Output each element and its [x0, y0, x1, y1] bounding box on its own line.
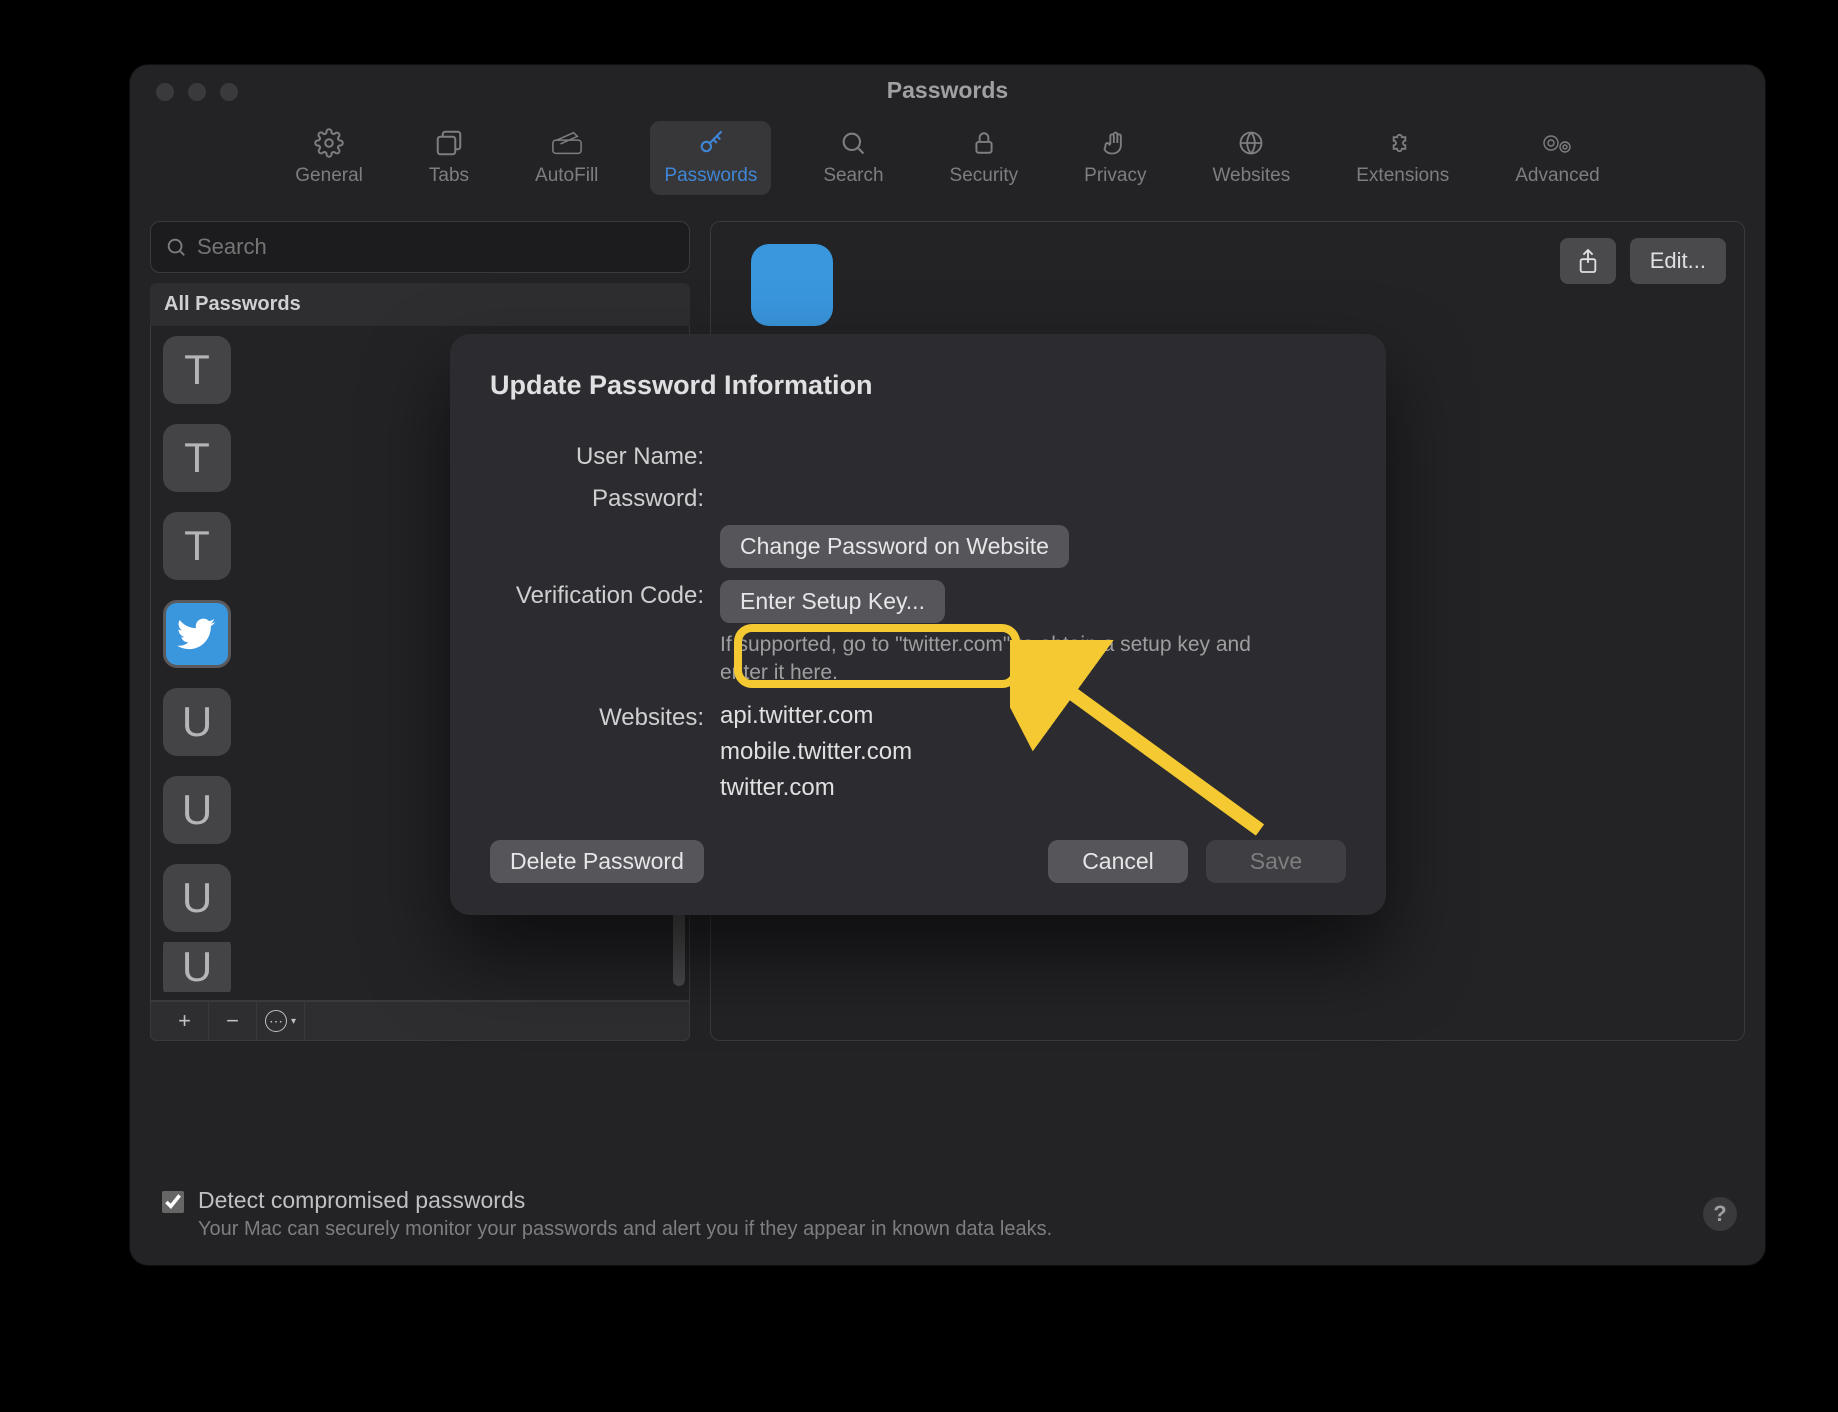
update-password-sheet: Update Password Information User Name: P…	[450, 334, 1386, 915]
username-label: User Name:	[490, 441, 720, 471]
site-avatar: U	[163, 942, 231, 992]
websites-label: Websites:	[490, 702, 720, 802]
toolbar: General Tabs AutoFill Passwords Search	[130, 115, 1765, 211]
website-item: api.twitter.com	[720, 702, 873, 730]
toolbar-websites[interactable]: Websites	[1198, 121, 1304, 195]
toolbar-label: Privacy	[1084, 165, 1146, 187]
globe-icon	[1235, 127, 1267, 159]
detect-compromised-checkbox[interactable]	[162, 1191, 184, 1213]
search-icon	[165, 236, 187, 258]
gears-icon	[1541, 127, 1573, 159]
save-button[interactable]: Save	[1206, 840, 1346, 883]
toolbar-label: Advanced	[1515, 165, 1600, 187]
hand-icon	[1099, 127, 1131, 159]
window-title: Passwords	[887, 77, 1008, 104]
site-avatar: T	[163, 336, 231, 404]
toolbar-label: General	[295, 165, 363, 187]
toolbar-security[interactable]: Security	[936, 121, 1033, 195]
twitter-avatar	[163, 600, 231, 668]
password-label: Password:	[490, 483, 720, 513]
close-window-button[interactable]	[156, 83, 174, 101]
puzzle-icon	[1387, 127, 1419, 159]
site-avatar: U	[163, 776, 231, 844]
sheet-footer: Delete Password Cancel Save	[490, 840, 1346, 883]
key-icon	[695, 127, 727, 159]
toolbar-tabs[interactable]: Tabs	[415, 121, 483, 195]
search-field[interactable]	[150, 221, 690, 273]
sidebar-footer: + − ⋯ ▾	[150, 1001, 690, 1041]
website-item: twitter.com	[720, 774, 835, 802]
password-field[interactable]	[720, 483, 1346, 513]
lock-icon	[968, 127, 1000, 159]
search-input[interactable]	[197, 234, 675, 260]
edit-button[interactable]: Edit...	[1630, 238, 1726, 284]
websites-list: api.twitter.com mobile.twitter.com twitt…	[720, 702, 1346, 802]
gear-icon	[313, 127, 345, 159]
toolbar-privacy[interactable]: Privacy	[1070, 121, 1160, 195]
cancel-button[interactable]: Cancel	[1048, 840, 1188, 883]
detail-site-avatar	[751, 244, 833, 326]
toolbar-general[interactable]: General	[281, 121, 377, 195]
help-button[interactable]: ?	[1703, 1197, 1737, 1231]
zoom-window-button[interactable]	[220, 83, 238, 101]
verification-help-text: If supported, go to "twitter.com" to obt…	[720, 631, 1280, 688]
toolbar-label: Search	[823, 165, 883, 187]
detect-compromised-subtitle: Your Mac can securely monitor your passw…	[198, 1218, 1052, 1241]
site-avatar: T	[163, 424, 231, 492]
toolbar-label: Extensions	[1356, 165, 1449, 187]
window-controls	[156, 83, 238, 101]
remove-button[interactable]: −	[209, 1002, 257, 1040]
detect-compromised-label: Detect compromised passwords	[198, 1187, 1052, 1214]
pencil-icon	[551, 127, 583, 159]
site-avatar: U	[163, 864, 231, 932]
sheet-title: Update Password Information	[490, 370, 1346, 401]
toolbar-extensions[interactable]: Extensions	[1342, 121, 1463, 195]
more-button[interactable]: ⋯ ▾	[257, 1002, 305, 1040]
site-avatar: U	[163, 688, 231, 756]
toolbar-autofill[interactable]: AutoFill	[521, 121, 612, 195]
footer-checkbox-row: Detect compromised passwords Your Mac ca…	[162, 1187, 1052, 1241]
toolbar-label: AutoFill	[535, 165, 598, 187]
ellipsis-icon: ⋯	[265, 1010, 287, 1032]
toolbar-search[interactable]: Search	[809, 121, 897, 195]
list-item[interactable]: U	[151, 942, 689, 992]
minimize-window-button[interactable]	[188, 83, 206, 101]
titlebar: Passwords	[130, 65, 1765, 115]
toolbar-label: Passwords	[664, 165, 757, 187]
change-password-on-website-button[interactable]: Change Password on Website	[720, 525, 1069, 568]
all-passwords-header[interactable]: All Passwords	[150, 283, 690, 326]
delete-password-button[interactable]: Delete Password	[490, 840, 704, 883]
chevron-down-icon: ▾	[291, 1016, 296, 1027]
toolbar-advanced[interactable]: Advanced	[1501, 121, 1614, 195]
share-icon	[1577, 248, 1599, 274]
tabs-icon	[433, 127, 465, 159]
enter-setup-key-button[interactable]: Enter Setup Key...	[720, 580, 945, 623]
username-field[interactable]	[720, 441, 1346, 471]
verification-code-label: Verification Code:	[490, 580, 720, 688]
share-button[interactable]	[1560, 238, 1616, 284]
toolbar-label: Security	[950, 165, 1019, 187]
panel-actions: Edit...	[1560, 238, 1726, 284]
toolbar-label: Websites	[1212, 165, 1290, 187]
toolbar-passwords[interactable]: Passwords	[650, 121, 771, 195]
site-avatar: T	[163, 512, 231, 580]
search-icon	[837, 127, 869, 159]
toolbar-label: Tabs	[429, 165, 469, 187]
website-item: mobile.twitter.com	[720, 738, 912, 766]
add-button[interactable]: +	[161, 1002, 209, 1040]
